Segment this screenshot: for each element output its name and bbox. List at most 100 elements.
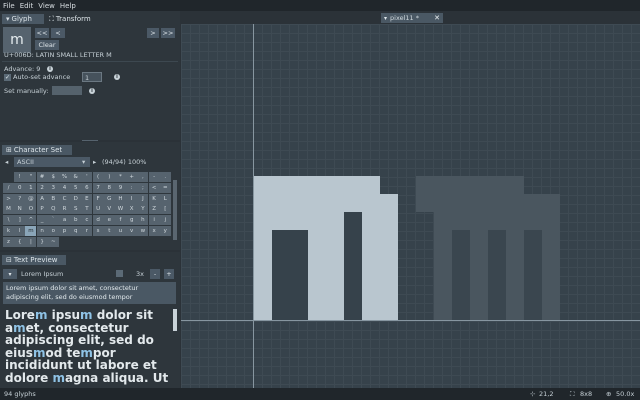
charset-cell[interactable]: H (115, 193, 126, 204)
preview-scrollbar[interactable] (173, 309, 177, 331)
charset-cell[interactable]: r (81, 226, 93, 236)
document-tab[interactable]: ▾ pixel11 * ✕ (381, 13, 443, 23)
tab-transform[interactable]: ⛶ Transform (45, 14, 99, 24)
charset-cell[interactable]: . (159, 172, 171, 182)
charset-cell[interactable]: A (36, 193, 48, 204)
auto-advance-spinbox[interactable]: 1 (82, 72, 102, 82)
scale-checkbox[interactable] (116, 270, 123, 277)
charset-cell[interactable]: ^ (25, 215, 37, 226)
charset-cell[interactable]: D (70, 193, 82, 204)
charset-cell[interactable]: l (14, 226, 26, 236)
charset-cell[interactable]: ? (14, 193, 26, 204)
charset-scrollbar[interactable] (173, 180, 177, 240)
charset-cell[interactable]: ) (103, 172, 115, 182)
charset-cell[interactable]: 5 (70, 182, 82, 193)
charset-cell[interactable]: = (159, 182, 171, 193)
charset-cell[interactable]: 0 (14, 182, 26, 193)
charset-cell[interactable]: * (115, 172, 126, 182)
charset-cell[interactable]: S (70, 204, 82, 215)
charset-cell[interactable]: ( (92, 172, 104, 182)
zoom-in-button[interactable]: + (164, 269, 174, 279)
charset-cell[interactable]: d (92, 215, 104, 226)
charset-cell[interactable]: Q (47, 204, 59, 215)
charset-cell[interactable]: 1 (25, 182, 37, 193)
charset-cell[interactable]: h (137, 215, 149, 226)
charset-cell[interactable]: " (25, 172, 37, 182)
charset-cell[interactable]: B (47, 193, 59, 204)
charset-cell[interactable]: 3 (47, 182, 59, 193)
charset-cell[interactable]: f (115, 215, 126, 226)
clear-button[interactable]: Clear (35, 40, 59, 50)
charset-cell[interactable]: g (126, 215, 138, 226)
charset-cell[interactable]: _ (36, 215, 48, 226)
charset-cell[interactable]: j (159, 215, 171, 226)
last-glyph-button[interactable]: >> (161, 28, 175, 38)
charset-cell[interactable]: u (115, 226, 126, 236)
manual-advance-input[interactable] (52, 86, 82, 95)
charset-cell[interactable]: $ (47, 172, 59, 182)
charset-cell[interactable]: - (148, 172, 160, 182)
charset-cell[interactable]: V (103, 204, 115, 215)
first-glyph-button[interactable]: << (35, 28, 49, 38)
charset-cell[interactable]: m (25, 226, 37, 236)
charset-cell[interactable]: o (47, 226, 59, 236)
charset-cell[interactable]: { (14, 236, 26, 247)
charset-cell[interactable]: \ (3, 215, 14, 226)
charset-cell[interactable]: 6 (81, 182, 93, 193)
charset-cell[interactable]: t (103, 226, 115, 236)
charset-cell[interactable]: W (115, 204, 126, 215)
charset-cell[interactable]: K (148, 193, 160, 204)
charset-cell[interactable]: I (126, 193, 138, 204)
charset-cell[interactable]: % (59, 172, 70, 182)
prev-glyph-button[interactable]: < (51, 28, 65, 38)
charset-cell[interactable]: b (70, 215, 82, 226)
zoom-out-button[interactable]: - (150, 269, 160, 279)
charset-cell[interactable]: R (59, 204, 70, 215)
charset-cell[interactable]: ] (14, 215, 26, 226)
charset-cell[interactable]: ` (47, 215, 59, 226)
charset-cell[interactable]: Y (137, 204, 149, 215)
charset-cell[interactable]: n (36, 226, 48, 236)
menu-help[interactable]: Help (60, 2, 76, 10)
auto-advance-checkbox[interactable]: ✓ (4, 74, 11, 81)
charset-cell[interactable]: } (36, 236, 48, 247)
charset-cell[interactable]: 8 (103, 182, 115, 193)
menu-view[interactable]: View (38, 2, 55, 10)
charset-cell[interactable]: | (25, 236, 37, 247)
charset-select[interactable]: ASCII ▾ (14, 157, 90, 167)
charset-cell[interactable]: / (3, 182, 14, 193)
charset-cell[interactable]: & (70, 172, 82, 182)
charset-cell[interactable]: a (59, 215, 70, 226)
charset-cell[interactable]: 4 (59, 182, 70, 193)
charset-cell[interactable]: ~ (47, 236, 59, 247)
panel-splitter[interactable] (82, 140, 98, 141)
charset-cell[interactable]: P (36, 204, 48, 215)
charset-cell[interactable]: 2 (36, 182, 48, 193)
charset-next-icon[interactable]: ▸ (93, 158, 96, 166)
charset-cell[interactable]: E (81, 193, 93, 204)
charset-cell[interactable]: ' (81, 172, 93, 182)
charset-cell[interactable]: e (103, 215, 115, 226)
charset-cell[interactable]: x (148, 226, 160, 236)
charset-cell[interactable]: T (81, 204, 93, 215)
charset-cell[interactable]: C (59, 193, 70, 204)
menu-file[interactable]: File (3, 2, 15, 10)
next-glyph-button[interactable]: > (147, 28, 159, 38)
info-icon[interactable]: i (89, 88, 95, 94)
menu-edit[interactable]: Edit (20, 2, 34, 10)
charset-cell[interactable]: O (25, 204, 37, 215)
charset-cell[interactable]: G (103, 193, 115, 204)
info-icon[interactable]: i (114, 74, 120, 80)
charset-cell[interactable]: @ (25, 193, 37, 204)
charset-cell[interactable]: # (36, 172, 48, 182)
info-icon[interactable]: i (47, 66, 53, 72)
charset-cell[interactable]: + (126, 172, 138, 182)
preview-text-input[interactable]: Lorem ipsum dolor sit amet, consectetur … (3, 282, 176, 304)
charset-cell[interactable]: Z (148, 204, 160, 215)
charset-cell[interactable]: [ (159, 204, 171, 215)
charset-cell[interactable]: J (137, 193, 149, 204)
charset-cell[interactable]: z (3, 236, 14, 247)
charset-cell[interactable]: N (14, 204, 26, 215)
charset-cell[interactable]: q (70, 226, 82, 236)
charset-cell[interactable]: ; (137, 182, 149, 193)
